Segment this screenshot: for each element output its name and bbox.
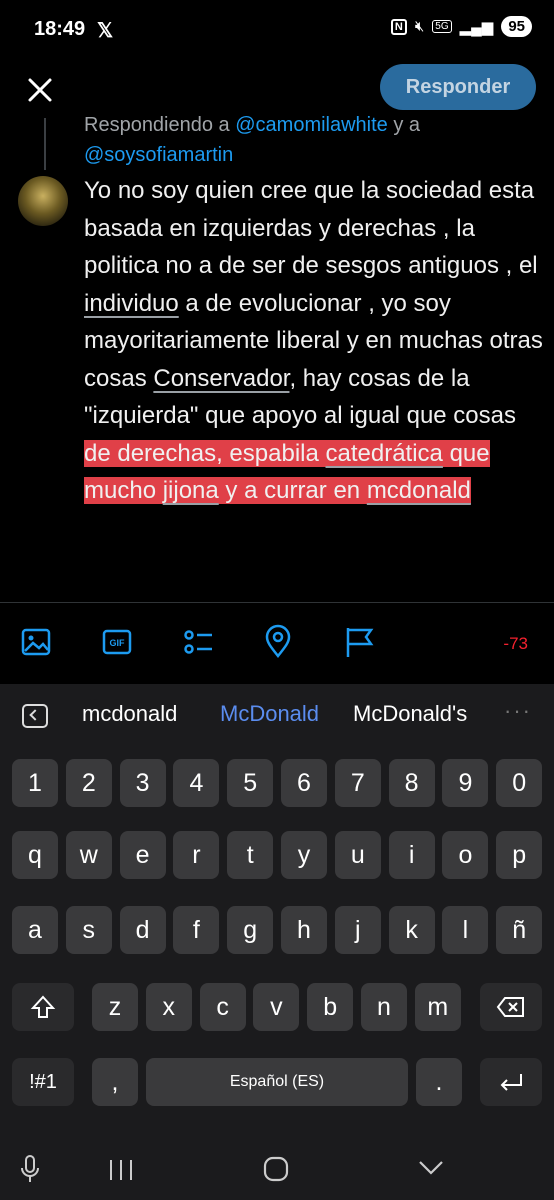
space-key[interactable]: Español (ES) — [146, 1058, 408, 1106]
key-w[interactable]: w — [65, 831, 112, 879]
home-icon[interactable] — [263, 1156, 289, 1182]
key-3[interactable]: 3 — [119, 759, 166, 807]
divider — [0, 602, 554, 603]
key-p[interactable]: p — [496, 831, 543, 879]
key-4[interactable]: 4 — [173, 759, 220, 807]
thread-line — [44, 118, 46, 170]
key-d[interactable]: d — [119, 906, 166, 954]
backspace-key[interactable] — [480, 983, 542, 1031]
back-arrow-icon[interactable] — [22, 704, 48, 728]
more-icon[interactable]: ··· — [504, 698, 532, 724]
key-z[interactable]: z — [92, 983, 138, 1031]
overflow-text: mcdonald — [366, 477, 471, 504]
compose-toolbar: GIF -73 — [0, 614, 554, 674]
key-9[interactable]: 9 — [442, 759, 489, 807]
key-e[interactable]: e — [119, 831, 166, 879]
key-r[interactable]: r — [173, 831, 220, 879]
key-f[interactable]: f — [173, 906, 220, 954]
key-0[interactable]: 0 — [496, 759, 543, 807]
text-segment: Conservador — [153, 364, 290, 392]
network-5g-icon: 5G — [432, 20, 452, 33]
key-q[interactable]: q — [12, 831, 58, 879]
overflow-text: de derechas, espabila — [84, 439, 326, 467]
key-2[interactable]: 2 — [65, 759, 112, 807]
overflow-text: jijona — [162, 477, 219, 504]
mute-icon: 🔇︎ — [414, 18, 425, 35]
recent-apps-icon[interactable] — [108, 1158, 134, 1182]
text-segment: Yo no soy quien cree que la sociedad est… — [84, 177, 538, 279]
key-x[interactable]: x — [145, 983, 192, 1031]
gif-icon[interactable]: GIF — [99, 624, 135, 660]
key-1[interactable]: 1 — [12, 759, 58, 807]
key-8[interactable]: 8 — [388, 759, 435, 807]
battery-indicator: 95 — [501, 16, 532, 37]
replying-mid: y a — [387, 114, 421, 136]
suggestion-item[interactable]: McDonald — [220, 701, 319, 727]
backspace-icon — [496, 997, 524, 1017]
key-v[interactable]: v — [253, 983, 300, 1031]
key-a[interactable]: a — [12, 906, 58, 954]
overflow-text: y a currar en — [218, 477, 367, 504]
key-h[interactable]: h — [281, 906, 327, 954]
status-icons: N 🔇︎ 5G ▂▄▆ 95 — [390, 16, 532, 37]
key-g[interactable]: g — [227, 906, 274, 954]
key-l[interactable]: l — [442, 906, 489, 954]
overflow-text: catedrática — [325, 439, 443, 467]
text-segment: individuo — [84, 289, 179, 317]
status-time: 18:49 — [34, 18, 86, 40]
gif-label: GIF — [110, 638, 126, 648]
replying-prefix: Respondiendo a — [84, 114, 236, 136]
suggestion-item[interactable]: McDonald's — [353, 701, 467, 727]
chevron-down-icon[interactable] — [418, 1160, 444, 1176]
suggestion-bar: mcdonald McDonald McDonald's ··· — [0, 684, 554, 744]
key-7[interactable]: 7 — [334, 759, 381, 807]
key-y[interactable]: y — [281, 831, 327, 879]
comma-key[interactable]: , — [92, 1058, 138, 1106]
mention-link[interactable]: @soysofiamartin — [84, 144, 233, 166]
close-icon[interactable] — [24, 74, 56, 106]
key-b[interactable]: b — [307, 983, 354, 1031]
key-5[interactable]: 5 — [227, 759, 274, 807]
key-j[interactable]: j — [334, 906, 381, 954]
key-o[interactable]: o — [442, 831, 489, 879]
status-bar: 18:49 𝕏 N 🔇︎ 5G ▂▄▆ 95 — [0, 0, 554, 62]
navigation-bar — [0, 1140, 554, 1200]
enter-key[interactable] — [480, 1058, 542, 1106]
poll-icon[interactable] — [180, 624, 216, 660]
character-counter: -73 — [503, 634, 528, 653]
microphone-icon[interactable] — [18, 1154, 42, 1184]
key-s[interactable]: s — [65, 906, 112, 954]
x-app-icon: 𝕏 — [97, 20, 114, 42]
symbols-key[interactable]: !#1 — [12, 1058, 74, 1106]
replying-to: Respondiendo a @camomilawhite y a @soyso… — [84, 110, 534, 170]
reply-button[interactable]: Responder — [380, 64, 536, 110]
key-6[interactable]: 6 — [281, 759, 327, 807]
flag-icon[interactable] — [341, 624, 377, 660]
key-u[interactable]: u — [334, 831, 381, 879]
avatar[interactable] — [18, 176, 68, 226]
suggestion-item[interactable]: mcdonald — [82, 701, 177, 727]
shift-icon — [30, 995, 56, 1018]
key-c[interactable]: c — [199, 983, 246, 1031]
key-k[interactable]: k — [388, 906, 435, 954]
image-icon[interactable] — [18, 624, 54, 660]
key-m[interactable]: m — [414, 983, 461, 1031]
key-ñ[interactable]: ñ — [496, 906, 543, 954]
shift-key[interactable] — [12, 983, 74, 1031]
mention-link[interactable]: @camomilawhite — [235, 114, 388, 136]
key-n[interactable]: n — [361, 983, 407, 1031]
period-key[interactable]: . — [416, 1058, 462, 1106]
signal-icon: ▂▄▆ — [459, 18, 494, 36]
nfc-icon: N — [390, 18, 407, 35]
key-t[interactable]: t — [227, 831, 274, 879]
tweet-text-input[interactable]: Yo no soy quien cree que la sociedad est… — [84, 172, 544, 510]
location-pin-icon[interactable] — [260, 624, 296, 660]
key-i[interactable]: i — [388, 831, 435, 879]
enter-icon — [500, 1074, 522, 1091]
